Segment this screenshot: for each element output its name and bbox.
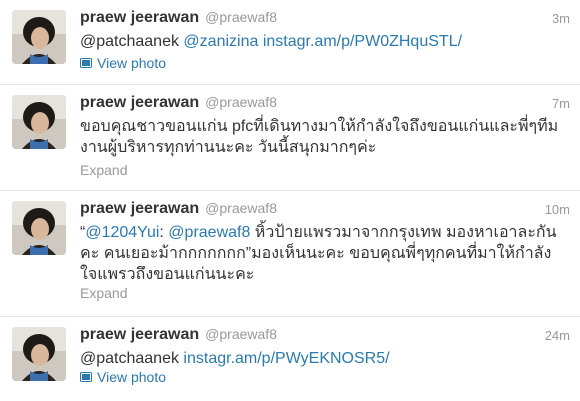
author-handle[interactable]: @praewaf8	[205, 94, 277, 110]
tweet-header: praew jeerawan @praewaf8 3m	[80, 9, 570, 29]
expand-label: Expand	[80, 285, 128, 301]
photo-icon	[80, 58, 92, 68]
author-handle[interactable]: @praewaf8	[205, 9, 277, 25]
avatar[interactable]	[12, 201, 66, 255]
url-link[interactable]: instagr.am/p/PWyEKNOSR5/	[183, 350, 389, 367]
tweet-header: praew jeerawan @praewaf8 24m	[80, 326, 570, 346]
author-handle[interactable]: @praewaf8	[205, 200, 277, 216]
url-link[interactable]: instagr.am/p/PW0ZHquSTL/	[263, 33, 462, 50]
mention-link[interactable]: @zanizina	[183, 33, 258, 50]
avatar[interactable]	[12, 95, 66, 149]
mention-link[interactable]: @1204Yui	[85, 224, 159, 241]
author-name[interactable]: praew jeerawan	[80, 94, 199, 111]
avatar[interactable]	[12, 10, 66, 64]
tweet-item[interactable]: praew jeerawan @praewaf8 7m ขอบคุณชาวขอนแ…	[0, 85, 580, 191]
author-name[interactable]: praew jeerawan	[80, 200, 199, 217]
text-span: ขอบคุณชาวขอนแก่น pfcที่เดินทางมาให้กำลัง…	[80, 118, 559, 156]
text-span: @patchaanek	[80, 350, 184, 367]
view-photo-link[interactable]: View photo	[80, 369, 166, 385]
author-handle[interactable]: @praewaf8	[205, 326, 277, 342]
mention-link[interactable]: @praewaf8	[168, 224, 250, 241]
view-photo-link[interactable]: View photo	[80, 55, 166, 71]
tweet-text: @patchaanek instagr.am/p/PWyEKNOSR5/	[80, 348, 566, 369]
expand-link[interactable]: Expand	[80, 285, 127, 301]
text-span: :	[159, 224, 169, 241]
author-name[interactable]: praew jeerawan	[80, 326, 199, 343]
tweet-timeline: praew jeerawan @praewaf8 3m @patchaanek @…	[0, 0, 580, 401]
tweet-timestamp[interactable]: 7m	[552, 96, 570, 111]
tweet-text: @patchaanek @zanizina instagr.am/p/PW0ZH…	[80, 31, 566, 52]
tweet-item[interactable]: praew jeerawan @praewaf8 24m @patchaanek …	[0, 317, 580, 401]
tweet-header: praew jeerawan @praewaf8 10m	[80, 200, 570, 220]
tweet-text: “@1204Yui: @praewaf8 หิ้วป้ายแพรวมาจากกร…	[80, 222, 566, 285]
photo-icon	[80, 372, 92, 382]
tweet-item[interactable]: praew jeerawan @praewaf8 10m “@1204Yui: @…	[0, 191, 580, 317]
expand-link[interactable]: Expand	[80, 162, 127, 178]
tweet-timestamp[interactable]: 10m	[545, 202, 570, 217]
avatar[interactable]	[12, 327, 66, 381]
view-photo-label: View photo	[97, 55, 167, 71]
view-photo-label: View photo	[97, 369, 167, 385]
tweet-timestamp[interactable]: 24m	[545, 328, 570, 343]
author-name[interactable]: praew jeerawan	[80, 9, 199, 26]
tweet-timestamp[interactable]: 3m	[552, 11, 570, 26]
tweet-item[interactable]: praew jeerawan @praewaf8 3m @patchaanek @…	[0, 0, 580, 85]
tweet-text: ขอบคุณชาวขอนแก่น pfcที่เดินทางมาให้กำลัง…	[80, 116, 566, 158]
tweet-header: praew jeerawan @praewaf8 7m	[80, 94, 570, 114]
mention-link: @patchaanek	[80, 33, 184, 50]
expand-label: Expand	[80, 162, 128, 178]
